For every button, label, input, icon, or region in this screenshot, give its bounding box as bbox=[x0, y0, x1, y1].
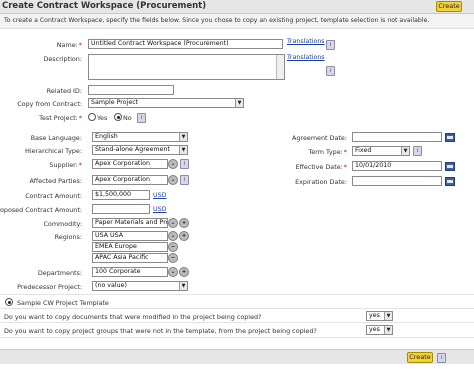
affected-parties-input[interactable]: Apex Corporation bbox=[92, 175, 168, 185]
template-label: Sample CW Project Template bbox=[17, 299, 109, 307]
proposed-amount-input[interactable] bbox=[92, 204, 150, 214]
add-circle-icon[interactable]: + bbox=[179, 267, 189, 277]
create-button-bottom[interactable]: Create bbox=[407, 352, 433, 363]
commodity-input[interactable]: Paper Materials and Pro bbox=[92, 218, 168, 228]
departments-label: Departments: bbox=[37, 269, 82, 277]
supplier-label: Supplier: bbox=[49, 161, 82, 169]
base-language-label: Base Language: bbox=[30, 134, 82, 142]
description-translations-link[interactable]: Translations bbox=[287, 54, 325, 61]
remove-circle-icon[interactable]: − bbox=[168, 253, 178, 263]
chevron-down-icon: ▼ bbox=[235, 99, 243, 107]
predecessor-select[interactable]: (no value) ▼ bbox=[92, 281, 188, 291]
chevron-down-icon: ▼ bbox=[401, 147, 409, 155]
regions-label: Regions: bbox=[54, 233, 82, 241]
chevron-down-icon: ▼ bbox=[179, 146, 187, 154]
test-project-label: Test Project: bbox=[39, 114, 82, 122]
copy-from-select[interactable]: Sample Project ▼ bbox=[88, 98, 244, 108]
divider bbox=[0, 294, 474, 295]
info-icon[interactable]: i bbox=[180, 175, 189, 185]
related-id-label: Related ID: bbox=[46, 87, 82, 95]
supplier-input[interactable]: Apex Corporation bbox=[92, 159, 168, 169]
test-yes-label: Yes bbox=[97, 114, 108, 122]
hierarchical-type-select[interactable]: Stand-alone Agreement ▼ bbox=[92, 145, 188, 155]
departments-input[interactable]: 100 Corporate bbox=[92, 267, 168, 277]
divider bbox=[0, 322, 474, 323]
search-circle-icon[interactable]: ⌄ bbox=[168, 267, 178, 277]
remove-circle-icon[interactable]: − bbox=[168, 242, 178, 252]
contract-amount-input[interactable]: $1,500,000 bbox=[92, 190, 150, 200]
proposed-amount-currency[interactable]: USD bbox=[153, 206, 166, 213]
calendar-icon[interactable] bbox=[445, 162, 455, 171]
predecessor-label: Predecessor Project: bbox=[17, 283, 82, 291]
intro-banner: To create a Contract Workspace, specify … bbox=[0, 14, 474, 29]
effective-date-input[interactable]: 10/01/2010 bbox=[352, 161, 442, 171]
info-icon[interactable]: i bbox=[137, 113, 146, 123]
chevron-down-icon: ▼ bbox=[384, 326, 392, 334]
affected-parties-label: Affected Parties: bbox=[29, 177, 82, 185]
info-icon[interactable]: i bbox=[180, 159, 189, 169]
divider bbox=[0, 308, 474, 309]
chevron-down-icon: ▼ bbox=[179, 133, 187, 141]
footer-bar: Create i bbox=[0, 349, 474, 364]
info-icon[interactable]: i bbox=[326, 66, 335, 76]
term-type-label: Term Type: bbox=[308, 148, 347, 156]
description-textarea[interactable] bbox=[88, 54, 285, 80]
search-circle-icon[interactable]: ⌄ bbox=[168, 231, 178, 241]
window-title: Create Contract Workspace (Procurement) bbox=[2, 1, 207, 11]
term-type-value: Fixed bbox=[355, 147, 372, 154]
divider bbox=[0, 337, 474, 338]
question-1-text: Do you want to copy documents that were … bbox=[4, 313, 262, 321]
copy-from-value: Sample Project bbox=[91, 99, 139, 106]
question-1-select[interactable]: yes ▼ bbox=[366, 311, 393, 321]
title-bar: Create Contract Workspace (Procurement) … bbox=[0, 0, 474, 14]
agreement-date-label: Agreement Date: bbox=[292, 134, 347, 142]
intro-text: To create a Contract Workspace, specify … bbox=[4, 17, 430, 24]
effective-date-label: Effective Date: bbox=[295, 163, 347, 171]
name-label: Name: bbox=[57, 41, 82, 49]
region-item[interactable]: EMEA Europe bbox=[92, 242, 168, 252]
add-circle-icon[interactable]: + bbox=[179, 231, 189, 241]
region-item[interactable]: USA USA bbox=[92, 231, 168, 241]
expiration-date-label: Expiration Date: bbox=[295, 178, 347, 186]
question-2-text: Do you want to copy project groups that … bbox=[4, 327, 317, 335]
chevron-down-icon: ▼ bbox=[179, 282, 187, 290]
search-circle-icon[interactable]: ⌄ bbox=[168, 218, 178, 228]
description-label: Description: bbox=[43, 55, 82, 63]
question-2-select[interactable]: yes ▼ bbox=[366, 325, 393, 335]
calendar-icon[interactable] bbox=[445, 177, 455, 186]
test-no-radio[interactable] bbox=[114, 113, 122, 121]
predecessor-value: (no value) bbox=[95, 282, 127, 289]
hierarchical-type-value: Stand-alone Agreement bbox=[95, 146, 170, 153]
add-circle-icon[interactable]: + bbox=[179, 218, 189, 228]
question-2-value: yes bbox=[369, 326, 380, 333]
search-circle-icon[interactable]: ⌄ bbox=[168, 175, 178, 185]
test-yes-radio[interactable] bbox=[88, 113, 96, 121]
create-button-top[interactable]: Create bbox=[436, 1, 462, 12]
info-icon[interactable]: i bbox=[326, 40, 335, 50]
region-item[interactable]: APAC Asia Pacific bbox=[92, 253, 168, 263]
contract-amount-label: Contract Amount: bbox=[25, 192, 82, 200]
related-id-input[interactable] bbox=[88, 85, 174, 95]
template-radio[interactable] bbox=[5, 298, 13, 306]
contract-amount-currency[interactable]: USD bbox=[153, 192, 166, 199]
calendar-icon[interactable] bbox=[445, 133, 455, 142]
description-scrollbar[interactable] bbox=[276, 55, 284, 79]
name-translations-link[interactable]: Translations bbox=[287, 38, 325, 45]
base-language-select[interactable]: English ▼ bbox=[92, 132, 188, 142]
question-1-value: yes bbox=[369, 312, 380, 319]
base-language-value: English bbox=[95, 133, 118, 140]
commodity-label: Commodity: bbox=[43, 220, 82, 228]
info-icon[interactable]: i bbox=[437, 353, 446, 363]
agreement-date-input[interactable] bbox=[352, 132, 442, 142]
test-no-label: No bbox=[123, 114, 132, 122]
info-icon[interactable]: i bbox=[413, 146, 422, 156]
copy-from-label: Copy from Contract: bbox=[17, 100, 82, 108]
name-input[interactable]: Untitled Contract Workspace (Procurement… bbox=[88, 39, 283, 49]
proposed-amount-label: Proposed Contract Amount: bbox=[0, 206, 82, 214]
hierarchical-type-label: Hierarchical Type: bbox=[25, 147, 82, 155]
chevron-down-icon: ▼ bbox=[384, 312, 392, 320]
expiration-date-input[interactable] bbox=[352, 176, 442, 186]
term-type-select[interactable]: Fixed ▼ bbox=[352, 146, 410, 156]
search-circle-icon[interactable]: ⌄ bbox=[168, 159, 178, 169]
